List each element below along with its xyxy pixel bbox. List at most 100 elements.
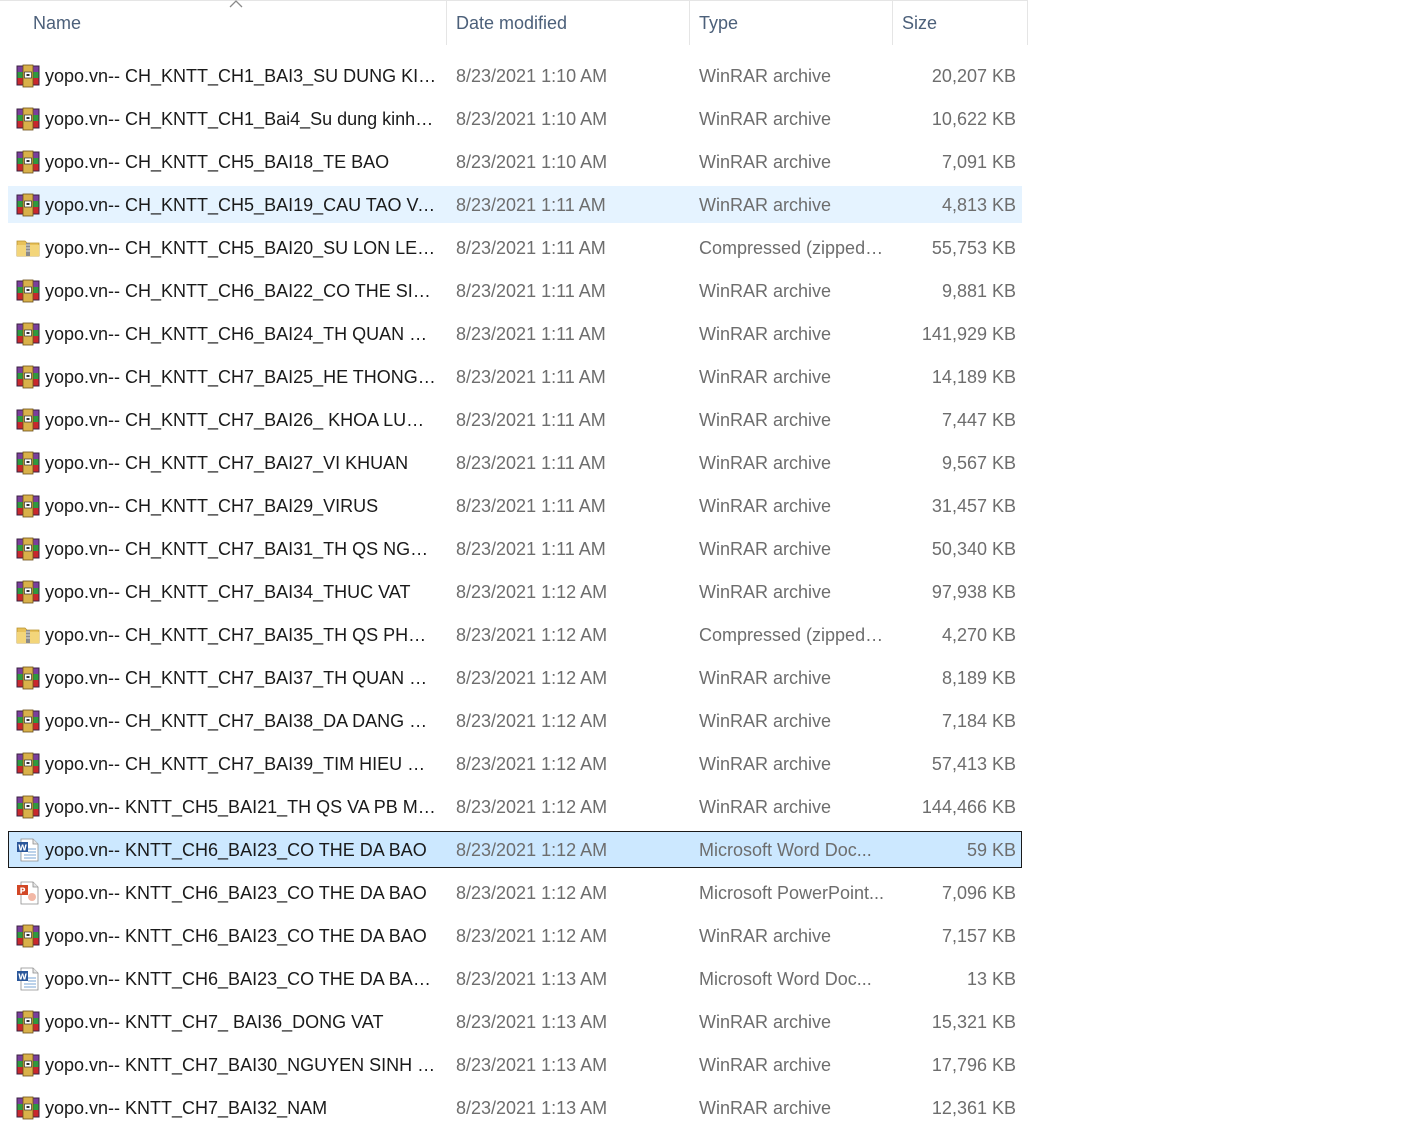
file-date-modified: 8/23/2021 1:10 AM bbox=[456, 109, 608, 129]
winrar-icon bbox=[16, 795, 40, 819]
file-date-modified: 8/23/2021 1:13 AM bbox=[456, 969, 608, 989]
file-type: WinRAR archive bbox=[699, 410, 832, 430]
winrar-icon bbox=[16, 64, 40, 88]
file-name: yopo.vn-- CH_KNTT_CH7_BAI38_DA DANG SIN.… bbox=[45, 711, 437, 731]
file-date-modified: 8/23/2021 1:12 AM bbox=[456, 711, 608, 731]
file-name: yopo.vn-- KNTT_CH6_BAI23_CO THE DA BAO_P… bbox=[45, 969, 437, 989]
winrar-icon bbox=[16, 752, 40, 776]
file-row[interactable]: yopo.vn-- KNTT_CH6_BAI23_CO THE DA BAO 8/… bbox=[0, 915, 1028, 958]
winrar-icon bbox=[16, 666, 40, 690]
file-size: 12,361 KB bbox=[931, 1098, 1016, 1118]
file-date-modified: 8/23/2021 1:13 AM bbox=[456, 1012, 608, 1032]
file-row[interactable]: yopo.vn-- CH_KNTT_CH7_BAI34_THUC VAT 8/23… bbox=[0, 571, 1028, 614]
file-date-modified: 8/23/2021 1:13 AM bbox=[456, 1098, 608, 1118]
file-row[interactable]: yopo.vn-- CH_KNTT_CH7_BAI35_TH QS PHAN B… bbox=[0, 614, 1028, 657]
file-row[interactable]: yopo.vn-- CH_KNTT_CH1_Bai4_Su dung kinh … bbox=[0, 98, 1028, 141]
file-row[interactable]: yopo.vn-- KNTT_CH5_BAI21_TH QS VA PB MOT… bbox=[0, 786, 1028, 829]
winrar-icon bbox=[16, 451, 40, 475]
word-doc-icon: W bbox=[16, 967, 40, 991]
zip-folder-icon bbox=[16, 236, 40, 260]
file-size: 14,189 KB bbox=[931, 367, 1016, 387]
file-row[interactable]: yopo.vn-- CH_KNTT_CH7_BAI38_DA DANG SIN.… bbox=[0, 700, 1028, 743]
file-row[interactable]: yopo.vn-- CH_KNTT_CH7_BAI25_HE THONG PH.… bbox=[0, 356, 1028, 399]
file-row[interactable]: yopo.vn-- CH_KNTT_CH5_BAI19_CAU TAO VA C… bbox=[0, 184, 1028, 227]
file-row[interactable]: yopo.vn-- KNTT_CH7_ BAI36_DONG VAT 8/23/2… bbox=[0, 1001, 1028, 1044]
file-row[interactable]: yopo.vn-- CH_KNTT_CH7_BAI39_TIM HIEU VE … bbox=[0, 743, 1028, 786]
file-type: WinRAR archive bbox=[699, 1012, 832, 1032]
column-header-size[interactable]: Size bbox=[893, 1, 1028, 45]
file-type: WinRAR archive bbox=[699, 711, 832, 731]
file-row[interactable]: yopo.vn-- CH_KNTT_CH7_BAI29_VIRUS 8/23/20… bbox=[0, 485, 1028, 528]
file-name: yopo.vn-- CH_KNTT_CH6_BAI24_TH QUAN SAT.… bbox=[45, 324, 437, 344]
column-header-type[interactable]: Type bbox=[690, 1, 893, 45]
file-row[interactable]: yopo.vn-- CH_KNTT_CH5_BAI18_TE BAO 8/23/2… bbox=[0, 141, 1028, 184]
file-row[interactable]: yopo.vn-- CH_KNTT_CH7_BAI26_ KHOA LUONG.… bbox=[0, 399, 1028, 442]
file-name: yopo.vn-- CH_KNTT_CH7_BAI37_TH QUAN SAT … bbox=[45, 668, 437, 688]
file-date-modified: 8/23/2021 1:11 AM bbox=[456, 238, 606, 258]
file-size: 13 KB bbox=[966, 969, 1016, 989]
file-date-modified: 8/23/2021 1:11 AM bbox=[456, 281, 606, 301]
file-size: 7,184 KB bbox=[941, 711, 1016, 731]
file-date-modified: 8/23/2021 1:11 AM bbox=[456, 410, 606, 430]
file-type: Compressed (zipped)... bbox=[699, 625, 885, 645]
file-type: Microsoft PowerPoint... bbox=[699, 883, 885, 903]
file-row[interactable]: yopo.vn-- CH_KNTT_CH7_BAI31_TH QS NGUYE.… bbox=[0, 528, 1028, 571]
file-date-modified: 8/23/2021 1:11 AM bbox=[456, 453, 606, 473]
file-date-modified: 8/23/2021 1:10 AM bbox=[456, 152, 608, 172]
file-date-modified: 8/23/2021 1:12 AM bbox=[456, 797, 608, 817]
winrar-icon bbox=[16, 365, 40, 389]
file-row[interactable]: yopo.vn-- CH_KNTT_CH6_BAI22_CO THE SINH … bbox=[0, 270, 1028, 313]
file-name: yopo.vn-- CH_KNTT_CH5_BAI18_TE BAO bbox=[45, 152, 390, 172]
file-row[interactable]: yopo.vn-- CH_KNTT_CH5_BAI20_SU LON LEN V… bbox=[0, 227, 1028, 270]
file-date-modified: 8/23/2021 1:12 AM bbox=[456, 582, 608, 602]
file-row[interactable]: yopo.vn-- CH_KNTT_CH7_BAI27_VI KHUAN 8/23… bbox=[0, 442, 1028, 485]
file-row[interactable]: yopo.vn-- CH_KNTT_CH6_BAI24_TH QUAN SAT.… bbox=[0, 313, 1028, 356]
powerpoint-icon: P bbox=[16, 881, 40, 905]
file-name: yopo.vn-- CH_KNTT_CH7_BAI26_ KHOA LUONG.… bbox=[45, 410, 437, 430]
file-size: 15,321 KB bbox=[931, 1012, 1016, 1032]
file-row[interactable]: Wyopo.vn-- KNTT_CH6_BAI23_CO THE DA BAO 8… bbox=[0, 829, 1028, 872]
file-size: 7,096 KB bbox=[941, 883, 1016, 903]
file-size: 31,457 KB bbox=[931, 496, 1016, 516]
file-date-modified: 8/23/2021 1:11 AM bbox=[456, 195, 606, 215]
file-type: WinRAR archive bbox=[699, 754, 832, 774]
file-type: Compressed (zipped)... bbox=[699, 238, 885, 258]
winrar-icon bbox=[16, 494, 40, 518]
file-name: yopo.vn-- CH_KNTT_CH1_BAI3_SU DUNG KINH … bbox=[45, 66, 437, 86]
file-size: 57,413 KB bbox=[931, 754, 1016, 774]
sort-ascending-icon bbox=[229, 0, 243, 8]
file-name: yopo.vn-- CH_KNTT_CH7_BAI25_HE THONG PH.… bbox=[45, 367, 437, 387]
file-name: yopo.vn-- KNTT_CH6_BAI23_CO THE DA BAO bbox=[45, 840, 427, 860]
file-row[interactable]: Pyopo.vn-- KNTT_CH6_BAI23_CO THE DA BAO 8… bbox=[0, 872, 1028, 915]
file-date-modified: 8/23/2021 1:11 AM bbox=[456, 539, 606, 559]
column-header-name[interactable]: Name bbox=[0, 0, 447, 45]
column-header-date-modified[interactable]: Date modified bbox=[447, 1, 690, 45]
winrar-icon bbox=[16, 1053, 40, 1077]
winrar-icon bbox=[16, 150, 40, 174]
column-header-bar: Name Date modified Type Size bbox=[0, 0, 1028, 45]
file-type: WinRAR archive bbox=[699, 109, 832, 129]
file-name: yopo.vn-- KNTT_CH7_ BAI36_DONG VAT bbox=[45, 1012, 384, 1032]
file-date-modified: 8/23/2021 1:11 AM bbox=[456, 367, 606, 387]
file-row[interactable]: yopo.vn-- CH_KNTT_CH1_BAI3_SU DUNG KINH … bbox=[0, 55, 1028, 98]
column-header-size-label: Size bbox=[902, 13, 938, 33]
file-name: yopo.vn-- KNTT_CH5_BAI21_TH QS VA PB MOT… bbox=[45, 797, 437, 817]
svg-text:W: W bbox=[18, 843, 27, 852]
file-type: Microsoft Word Doc... bbox=[699, 840, 872, 860]
file-date-modified: 8/23/2021 1:12 AM bbox=[456, 883, 608, 903]
file-size: 8,189 KB bbox=[941, 668, 1016, 688]
file-type: WinRAR archive bbox=[699, 453, 832, 473]
file-type: WinRAR archive bbox=[699, 1055, 832, 1075]
file-name: yopo.vn-- KNTT_CH7_BAI30_NGUYEN SINH VAT bbox=[45, 1055, 437, 1075]
winrar-icon bbox=[16, 580, 40, 604]
file-row[interactable]: Wyopo.vn-- KNTT_CH6_BAI23_CO THE DA BAO_… bbox=[0, 958, 1028, 1001]
file-name: yopo.vn-- CH_KNTT_CH7_BAI39_TIM HIEU VE … bbox=[45, 754, 437, 774]
file-row[interactable]: yopo.vn-- KNTT_CH7_BAI32_NAM 8/23/2021 1:… bbox=[0, 1087, 1028, 1128]
file-row[interactable]: yopo.vn-- KNTT_CH7_BAI30_NGUYEN SINH VAT… bbox=[0, 1044, 1028, 1087]
file-date-modified: 8/23/2021 1:12 AM bbox=[456, 754, 608, 774]
word-doc-icon: W bbox=[16, 838, 40, 862]
column-header-date-label: Date modified bbox=[456, 13, 568, 33]
file-name: yopo.vn-- CH_KNTT_CH1_Bai4_Su dung kinh … bbox=[45, 109, 437, 129]
file-size: 7,157 KB bbox=[941, 926, 1016, 946]
file-row[interactable]: yopo.vn-- CH_KNTT_CH7_BAI37_TH QUAN SAT … bbox=[0, 657, 1028, 700]
